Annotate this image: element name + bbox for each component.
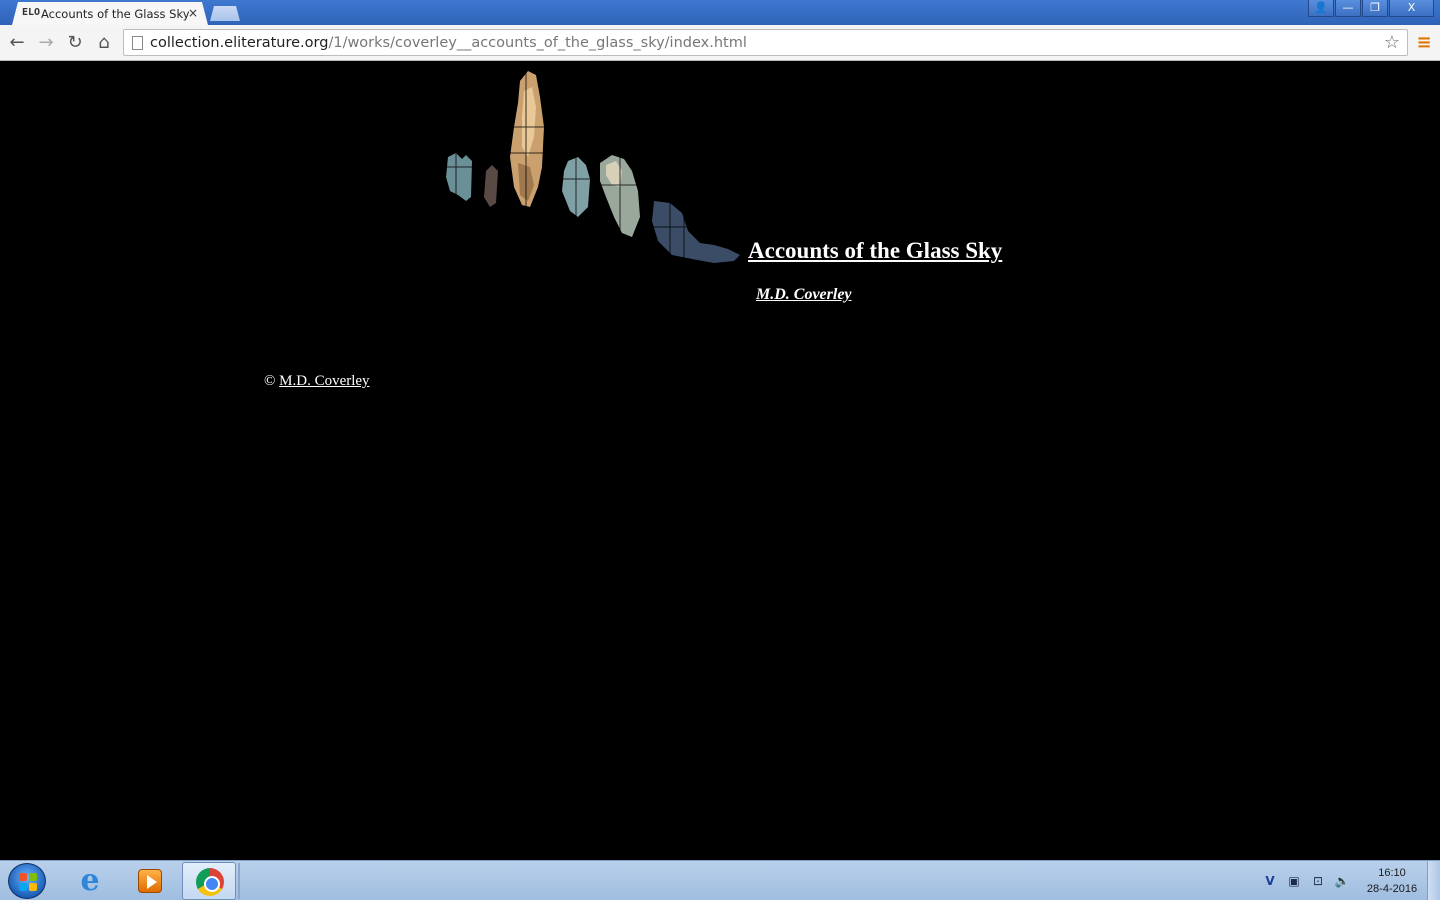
window-controls: 👤 — ❐ X (1307, 0, 1434, 18)
minimize-button[interactable]: — (1335, 0, 1361, 17)
user-profile-icon[interactable]: 👤 (1308, 0, 1334, 17)
url-text[interactable]: collection.eliterature.org/1/works/cover… (150, 34, 747, 52)
media-player-icon (138, 869, 162, 893)
eliterature-favicon-icon: ELO (22, 7, 41, 18)
author-link[interactable]: M.D. Coverley (756, 284, 852, 306)
glass-fragment-1 (446, 153, 472, 201)
reload-icon[interactable]: ↻ (63, 31, 87, 55)
glass-sky-title-image[interactable] (444, 67, 744, 265)
copyright-author-link[interactable]: M.D. Coverley (279, 373, 369, 389)
close-window-button[interactable]: X (1389, 0, 1434, 17)
windows-taskbar: e V ▣ ⊡ 🔈 16:10 28-4-2016 (0, 860, 1440, 900)
chrome-menu-icon[interactable]: ≡ (1414, 32, 1434, 54)
taskbar-chrome[interactable] (182, 862, 236, 900)
url-path: /1/works/coverley__accounts_of_the_glass… (328, 35, 747, 51)
monitor-icon[interactable]: ▣ (1286, 873, 1302, 889)
windows-logo-icon (19, 873, 37, 891)
page-icon (132, 36, 143, 50)
tab-close-icon[interactable]: × (186, 5, 200, 21)
home-icon[interactable]: ⌂ (92, 31, 116, 55)
taskbar-divider (238, 863, 240, 899)
tab-title: Accounts of the Glass Sky (41, 7, 189, 21)
bookmark-star-icon[interactable]: ☆ (1381, 32, 1403, 54)
system-clock[interactable]: 16:10 28-4-2016 (1358, 865, 1426, 897)
show-desktop-button[interactable] (1427, 861, 1440, 900)
url-host: collection.eliterature.org (150, 35, 329, 51)
network-icon[interactable]: ⊡ (1310, 873, 1326, 889)
chrome-icon (196, 868, 224, 896)
clock-time: 16:10 (1378, 867, 1406, 879)
restore-button[interactable]: ❐ (1362, 0, 1388, 17)
glass-fragment-6 (652, 201, 740, 263)
taskbar-internet-explorer[interactable]: e (62, 862, 116, 900)
new-tab-button[interactable] (210, 6, 240, 21)
copyright-line: © M.D. Coverley (264, 371, 370, 391)
work-title-link[interactable]: Accounts of the Glass Sky (748, 236, 1002, 266)
back-arrow-icon[interactable]: ← (5, 31, 29, 55)
start-button[interactable] (8, 863, 46, 899)
web-page: Accounts of the Glass Sky M.D. Coverley … (0, 61, 1440, 860)
browser-titlebar: ELO Accounts of the Glass Sky × 👤 — ❐ X (0, 0, 1440, 25)
security-shield-icon[interactable]: V (1262, 873, 1278, 889)
internet-explorer-icon: e (80, 863, 100, 898)
clock-date: 28-4-2016 (1366, 883, 1418, 895)
address-bar[interactable]: collection.eliterature.org/1/works/cover… (123, 29, 1408, 56)
forward-arrow-icon[interactable]: → (34, 31, 58, 55)
browser-tab[interactable]: ELO Accounts of the Glass Sky × (12, 2, 208, 25)
taskbar-media-player[interactable] (122, 862, 176, 900)
volume-muted-icon[interactable]: 🔈 (1334, 873, 1350, 889)
copyright-symbol: © (264, 373, 276, 389)
browser-toolbar: ← → ↻ ⌂ collection.eliterature.org/1/wor… (0, 25, 1440, 61)
glass-fragment-2 (484, 165, 498, 207)
